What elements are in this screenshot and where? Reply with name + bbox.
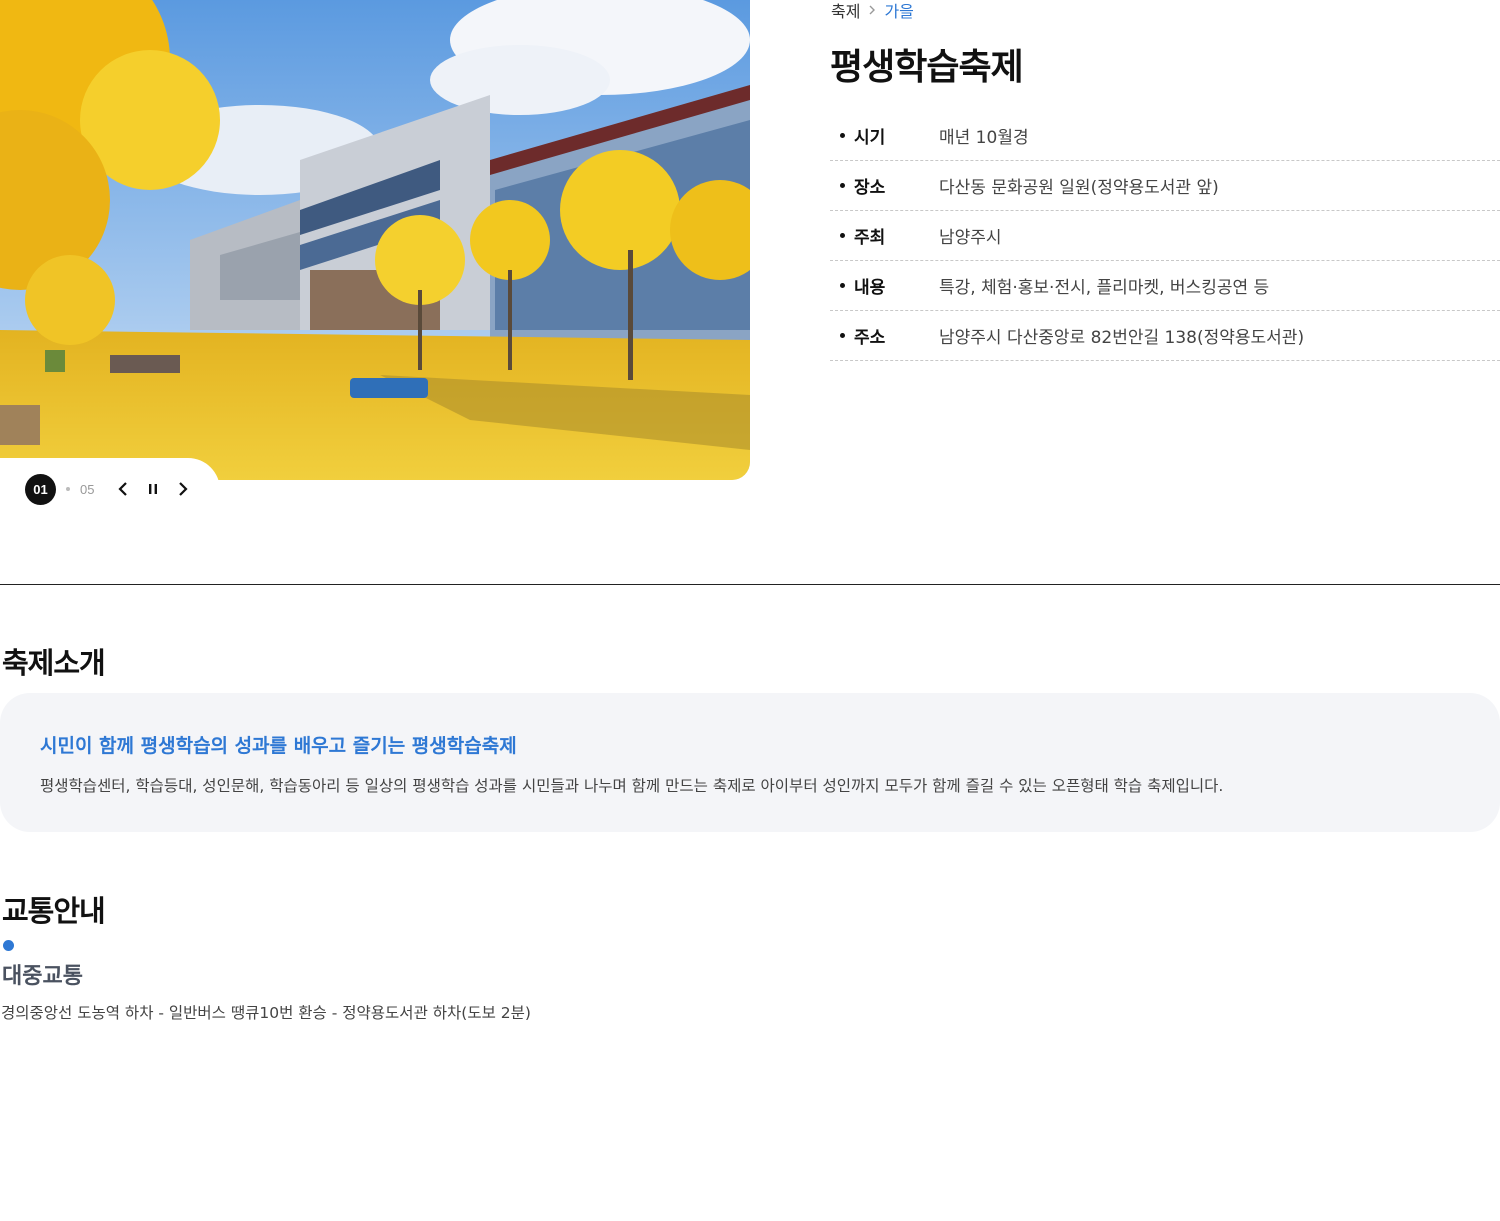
- info-value: 매년 10월경: [939, 128, 1029, 148]
- prev-slide-button[interactable]: [108, 474, 138, 504]
- bullet-icon: [840, 183, 845, 188]
- transport-section-title: 교통안내: [2, 894, 106, 928]
- bullet-icon: [3, 940, 14, 951]
- info-label: 내용: [854, 278, 886, 298]
- info-value: 남양주시: [939, 228, 1002, 248]
- breadcrumb: 축제 가을: [831, 0, 914, 22]
- breadcrumb-item-festival[interactable]: 축제: [831, 0, 860, 22]
- intro-description: 평생학습센터, 학습등대, 성인문해, 학습동아리 등 일상의 평생학습 성과를…: [40, 777, 1224, 795]
- info-row-address: 주소 남양주시 다산중앙로 82번안길 138(정약용도서관): [830, 311, 1500, 361]
- breadcrumb-item-autumn[interactable]: 가을: [884, 0, 913, 22]
- public-transport-description: 경의중앙선 도농역 하차 - 일반버스 땡큐10번 환승 - 정약용도서관 하차…: [1, 1004, 531, 1022]
- info-row-period: 시기 매년 10월경: [830, 111, 1500, 161]
- info-row-location: 장소 다산동 문화공원 일원(정약용도서관 앞): [830, 161, 1500, 211]
- public-transport-subtitle: 대중교통: [2, 964, 83, 989]
- intro-box: 시민이 함께 평생학습의 성과를 배우고 즐기는 평생학습축제 평생학습센터, …: [0, 693, 1500, 832]
- chevron-left-icon: [118, 482, 128, 496]
- intro-highlight: 시민이 함께 평생학습의 성과를 배우고 즐기는 평생학습축제: [40, 735, 517, 757]
- info-row-content: 내용 특강, 체험·홍보·전시, 플리마켓, 버스킹공연 등: [830, 261, 1500, 311]
- chevron-right-icon: [179, 482, 189, 496]
- info-label: 주소: [854, 328, 886, 348]
- pause-icon: [149, 484, 158, 494]
- festival-gallery: [0, 0, 750, 480]
- info-value: 남양주시 다산중앙로 82번안길 138(정약용도서관): [939, 328, 1305, 348]
- info-label: 주최: [854, 228, 886, 248]
- breadcrumb-separator: [868, 4, 876, 16]
- current-slide-indicator: 01: [25, 473, 56, 505]
- festival-info-list: 시기 매년 10월경 장소 다산동 문화공원 일원(정약용도서관 앞) 주최 남…: [830, 111, 1500, 361]
- pause-slide-button[interactable]: [138, 474, 168, 504]
- total-slides-indicator: 05: [80, 481, 95, 497]
- chevron-right-icon: [869, 5, 876, 15]
- info-label: 시기: [854, 128, 886, 148]
- next-slide-button[interactable]: [168, 474, 198, 504]
- info-label: 장소: [854, 178, 886, 198]
- bullet-icon: [840, 283, 845, 288]
- info-value: 다산동 문화공원 일원(정약용도서관 앞): [939, 178, 1219, 198]
- section-divider: [0, 584, 1500, 585]
- bullet-icon: [840, 333, 845, 338]
- info-value: 특강, 체험·홍보·전시, 플리마켓, 버스킹공연 등: [939, 278, 1270, 298]
- info-row-host: 주최 남양주시: [830, 211, 1500, 261]
- gallery-photo: [0, 0, 750, 480]
- slide-separator-dot: [66, 487, 70, 491]
- page-title: 평생학습축제: [830, 47, 1024, 88]
- intro-section-title: 축제소개: [2, 646, 106, 680]
- slider-controls: 01 05: [0, 458, 220, 520]
- bullet-icon: [840, 133, 845, 138]
- bullet-icon: [840, 233, 845, 238]
